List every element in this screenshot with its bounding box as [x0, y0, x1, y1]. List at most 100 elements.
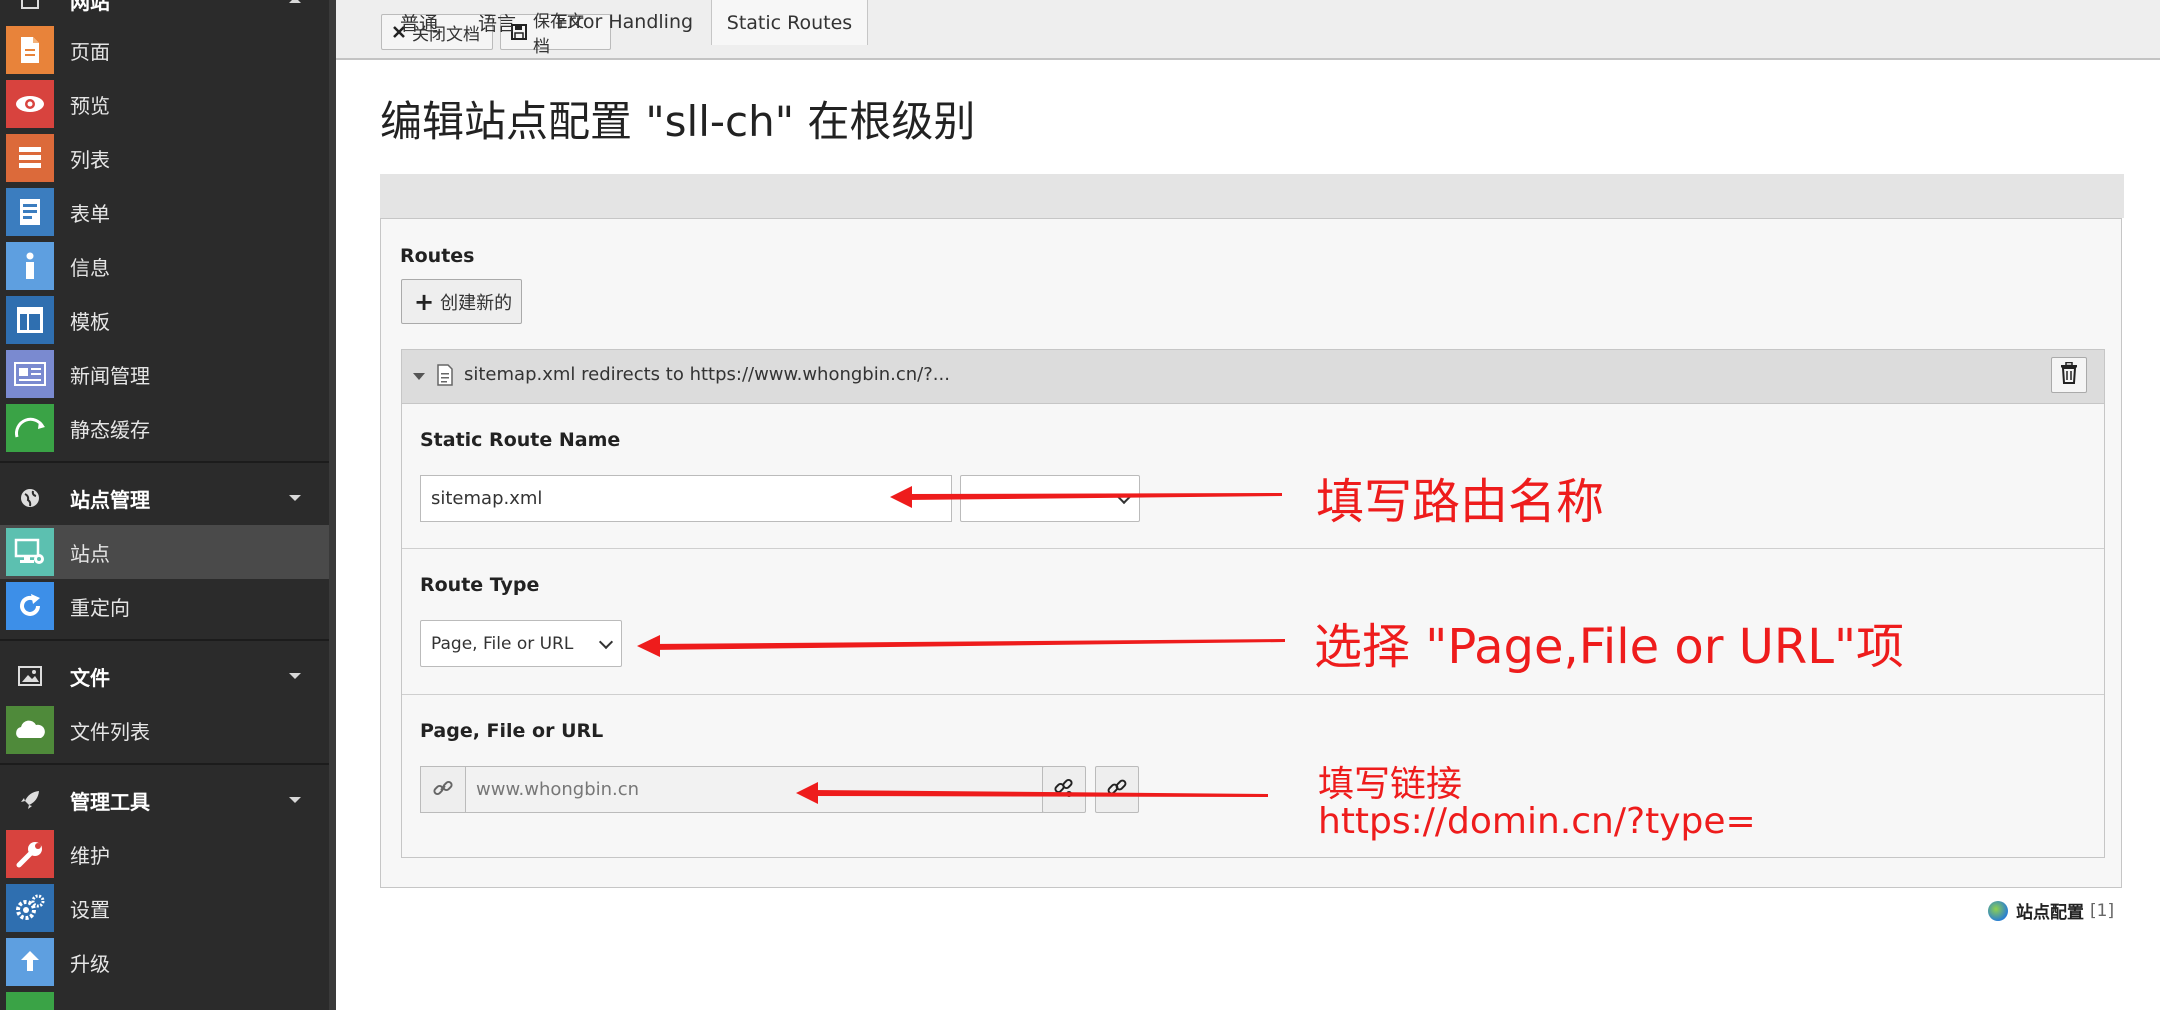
sidebar-group-site-management[interactable]: 站点管理: [0, 471, 329, 525]
trash-icon: [2060, 361, 2078, 388]
sidebar-item-label: 重定向: [70, 595, 130, 620]
sidebar-item-label: 维护: [70, 843, 110, 868]
gauge-icon: [6, 404, 54, 452]
sidebar-group-label: 站点管理: [70, 487, 150, 512]
tab-general[interactable]: 普通: [400, 0, 438, 44]
sidebar-item-label: 列表: [70, 147, 110, 172]
delete-route-button[interactable]: [2051, 357, 2087, 393]
sidebar-item-settings[interactable]: 设置: [0, 881, 329, 935]
partial-module-icon: [6, 992, 54, 1010]
link-popup-button[interactable]: [1095, 766, 1139, 813]
sidebar-item-preview[interactable]: 预览: [0, 77, 329, 131]
chevron-down-icon: [1116, 489, 1132, 504]
annotation-link-line1: 填写链接: [1318, 764, 1463, 805]
sidebar-divider: [0, 461, 329, 463]
sidebar-item-list[interactable]: 列表: [0, 131, 329, 185]
sidebar-group-files[interactable]: 文件: [0, 649, 329, 703]
footer-count: [1]: [2090, 900, 2115, 921]
tab-label: 语言: [478, 12, 517, 35]
route-type-select[interactable]: Page, File or URL: [420, 620, 622, 667]
sidebar-item-upgrade[interactable]: 升级: [0, 935, 329, 989]
sidebar-item-news[interactable]: 新闻管理: [0, 347, 329, 401]
sidebar-group-label: 管理工具: [70, 789, 150, 814]
sidebar-divider: [0, 763, 329, 765]
files-icon: [6, 706, 54, 754]
sidebar-item-label: 静态缓存: [70, 417, 150, 442]
route-link-input[interactable]: www.whongbin.cn: [465, 766, 1043, 813]
footer-label: 站点配置: [2016, 903, 2084, 923]
tab-label: 普通: [400, 12, 439, 35]
tab-error-handling[interactable]: Error Handling: [556, 0, 693, 44]
sidebar-item-label: 新闻管理: [70, 363, 150, 388]
annotation-route-name: 填写路由名称: [1316, 474, 1605, 530]
create-new-label: 创建新的: [440, 292, 513, 314]
wrench-icon: [6, 830, 54, 878]
sidebar-item-redirects[interactable]: 重定向: [0, 579, 329, 633]
sidebar-item-label: 预览: [70, 93, 110, 118]
form-icon: [6, 188, 54, 236]
sidebar-item-label: 页面: [70, 39, 110, 64]
routes-label: Routes: [400, 245, 475, 267]
sidebar-item-label: 站点: [70, 541, 110, 566]
link-prefix: [420, 766, 466, 813]
tab-label: Static Routes: [726, 11, 853, 34]
list-icon: [6, 134, 54, 182]
tab-label: Error Handling: [556, 11, 694, 33]
news-icon: [6, 350, 54, 398]
route-type-value: Page, File or URL: [431, 633, 574, 654]
sites-icon: [6, 528, 54, 576]
sidebar-divider: [0, 639, 329, 641]
sidebar-item-label: 表单: [70, 201, 110, 226]
sidebar-item-partial[interactable]: [0, 989, 329, 1010]
sidebar-item-label: 信息: [70, 255, 110, 280]
document-icon: [436, 364, 454, 390]
link-wizard-icon: [1053, 777, 1075, 803]
link-icon: [433, 778, 453, 802]
rocket-icon: [6, 789, 54, 811]
create-new-route-button[interactable]: + 创建新的: [401, 279, 522, 324]
sidebar-item-static-cache[interactable]: 静态缓存: [0, 401, 329, 455]
chevron-down-icon: [289, 797, 301, 803]
web-icon: [6, 0, 54, 11]
sidebar-item-sites[interactable]: 站点: [0, 525, 329, 579]
sidebar-item-form[interactable]: 表单: [0, 185, 329, 239]
page-icon: [6, 26, 54, 74]
sidebar-item-label: 模板: [70, 309, 110, 334]
route-type-label: Route Type: [420, 574, 540, 596]
module-menu: 网站 页面 预览 列表 表单 信息 模板 新闻管理 静态缓存 站点管理 站点 重…: [0, 0, 336, 1010]
tab-bar: [380, 174, 2124, 218]
chevron-down-icon: [289, 495, 301, 501]
image-icon: [6, 666, 54, 686]
collapse-caret-icon[interactable]: [413, 373, 425, 380]
cogs-icon: [6, 884, 54, 932]
globe-icon: [1988, 900, 2008, 921]
annotation-link-line2: https://domin.cn/?type=: [1318, 801, 1756, 842]
sidebar-item-label: 设置: [70, 897, 110, 922]
upgrade-icon: [6, 938, 54, 986]
sidebar-item-info[interactable]: 信息: [0, 239, 329, 293]
route-name-select[interactable]: [960, 475, 1140, 522]
open-link-browser-button[interactable]: [1042, 766, 1086, 813]
route-link-label: Page, File or URL: [420, 720, 604, 742]
sidebar-item-maintenance[interactable]: 维护: [0, 827, 329, 881]
chevron-down-icon: [289, 0, 301, 3]
sidebar-group-label: 网站: [70, 0, 110, 14]
sidebar-item-label: 文件列表: [70, 719, 150, 744]
chevron-down-icon: [598, 634, 614, 649]
sidebar-group-label: 文件: [70, 665, 110, 690]
tab-languages[interactable]: 语言: [478, 0, 516, 44]
sidebar-group-admin-tools[interactable]: 管理工具: [0, 773, 329, 827]
sidebar-item-label: 升级: [70, 951, 110, 976]
sidebar-item-filelist[interactable]: 文件列表: [0, 703, 329, 757]
sidebar-item-template[interactable]: 模板: [0, 293, 329, 347]
chevron-down-icon: [289, 673, 301, 679]
sidebar-item-page[interactable]: 页面: [0, 23, 329, 77]
route-name-label: Static Route Name: [420, 429, 621, 451]
tab-static-routes[interactable]: Static Routes: [711, 0, 868, 45]
sidebar-scrollbar[interactable]: [329, 0, 336, 1010]
redirect-icon: [6, 582, 54, 630]
record-footer: 站点配置 [1]: [1988, 898, 2114, 923]
globe-icon: [6, 487, 54, 509]
eye-icon: [6, 80, 54, 128]
route-name-input[interactable]: sitemap.xml: [420, 475, 952, 522]
